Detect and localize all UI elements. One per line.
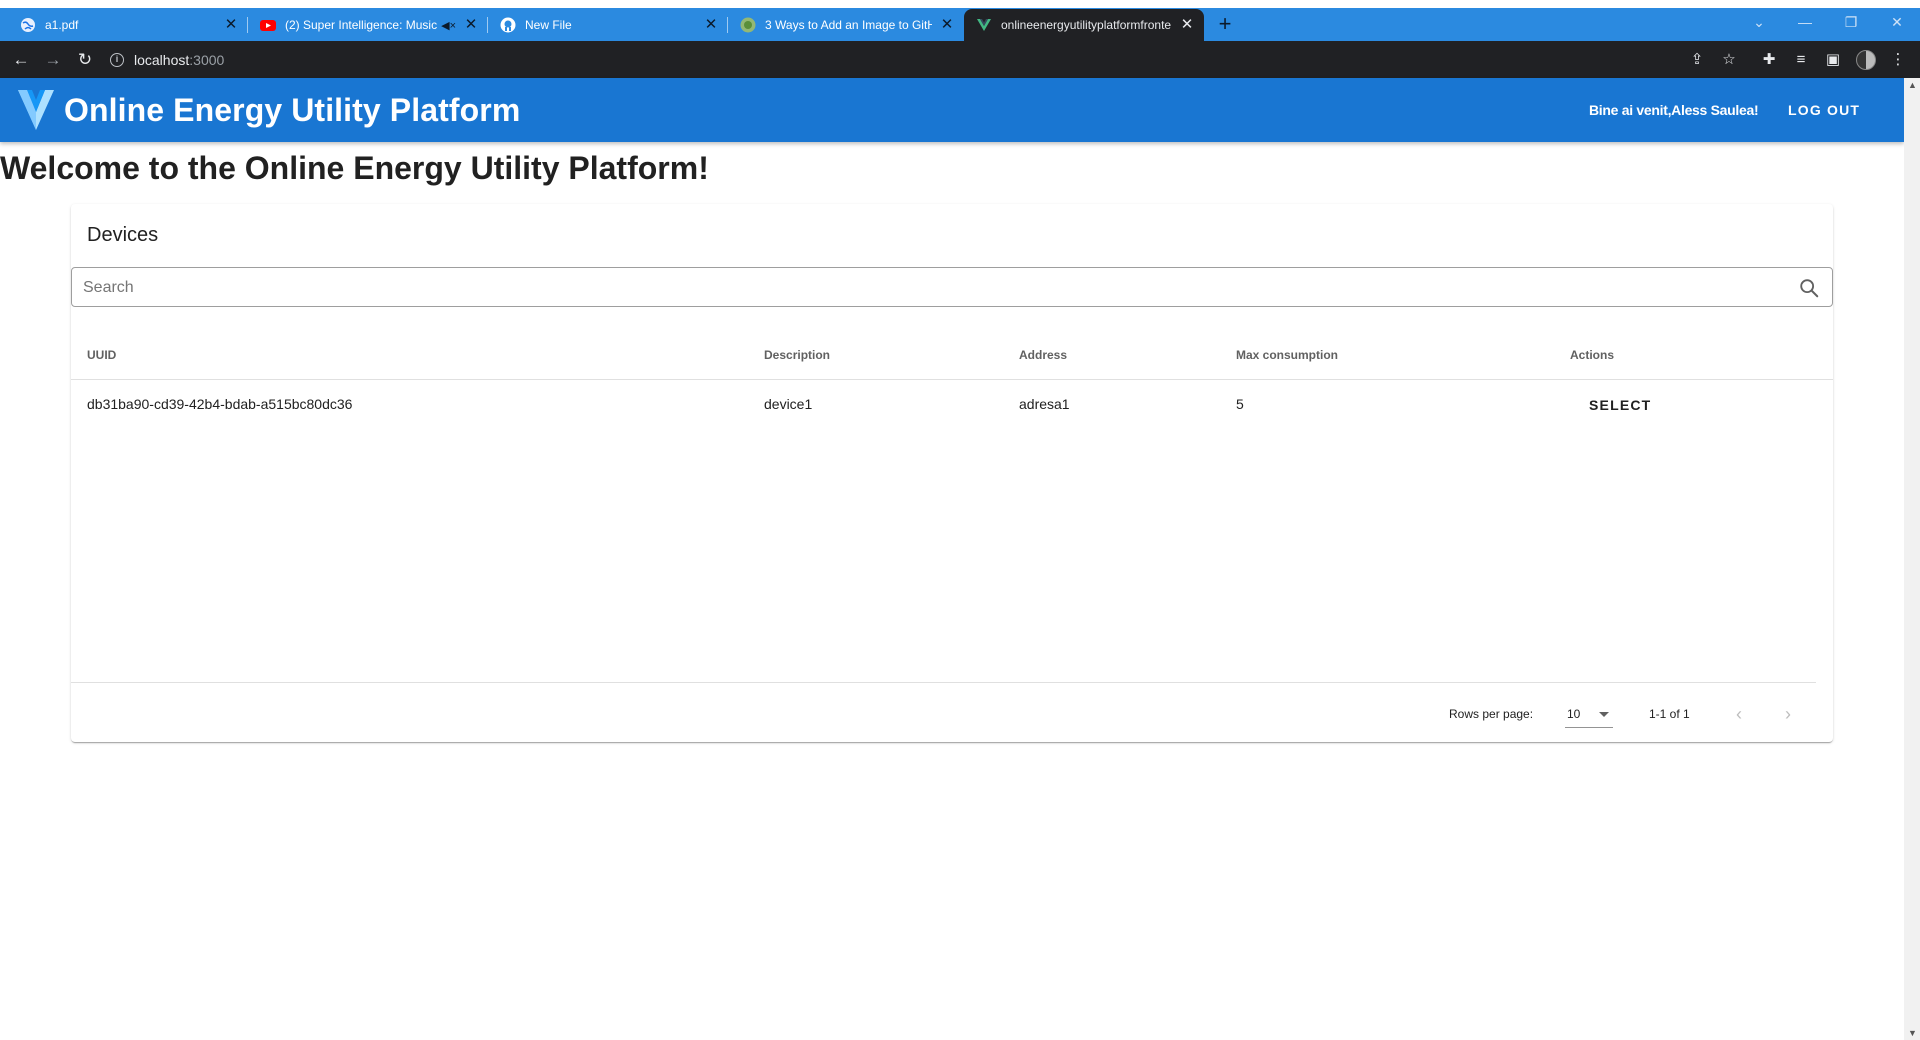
profile-avatar[interactable] (1856, 50, 1876, 70)
next-page-button[interactable]: › (1774, 700, 1802, 728)
greeting-prefix: Bine ai venit, (1589, 102, 1672, 118)
close-icon[interactable]: ✕ (222, 16, 240, 34)
tab-search-icon[interactable]: ⌄ (1744, 10, 1774, 34)
column-header-actions: Actions (1570, 348, 1615, 362)
tab-title: (2) Super Intelligence: Music (285, 18, 438, 32)
rows-per-page-label: Rows per page: (1449, 707, 1534, 721)
address-bar[interactable]: i localhost:3000 (110, 46, 1710, 74)
search-input[interactable] (83, 276, 1773, 300)
pagination-range: 1-1 of 1 (1649, 707, 1690, 721)
browser-tab-github[interactable]: New File ✕ (488, 9, 728, 41)
tab-title: 3 Ways to Add an Image to GitH (765, 18, 932, 32)
kebab-menu-icon[interactable]: ⋮ (1888, 50, 1908, 70)
browser-tab-youtube[interactable]: (2) Super Intelligence: Music ◀× ✕ (248, 9, 488, 41)
globe-icon (20, 17, 36, 33)
close-icon[interactable]: ✕ (702, 16, 720, 34)
reload-icon[interactable]: ↻ (74, 49, 96, 71)
url-port: :3000 (189, 52, 225, 68)
browser-tab-wikihow[interactable]: 3 Ways to Add an Image to GitH ✕ (728, 9, 964, 41)
close-icon[interactable]: ✕ (462, 16, 480, 34)
logout-button[interactable]: LOG OUT (1778, 96, 1870, 124)
select-device-button[interactable]: SELECT (1573, 389, 1667, 421)
browser-tab-active-app[interactable]: onlineenergyutilityplatformfronte ✕ (964, 9, 1204, 41)
share-icon[interactable]: ⇪ (1687, 50, 1707, 70)
vuetify-logo-icon (18, 90, 54, 130)
wikihow-icon (740, 17, 756, 33)
column-header-address[interactable]: Address (1019, 348, 1067, 362)
app-bar: Online Energy Utility Platform Bine ai v… (0, 78, 1904, 142)
cell-uuid: db31ba90-cd39-42b4-bdab-a515bc80dc36 (87, 396, 353, 412)
column-header-uuid[interactable]: UUID (87, 348, 116, 362)
tab-title: New File (525, 18, 572, 32)
user-greeting: Bine ai venit,Aless Saulea! (1589, 102, 1759, 118)
window-close-icon[interactable]: ✕ (1882, 10, 1912, 34)
tab-title: onlineenergyutilityplatformfronte (1001, 18, 1172, 32)
footer-divider (71, 682, 1816, 683)
close-icon[interactable]: ✕ (1178, 16, 1196, 34)
chevron-right-icon: › (1785, 704, 1791, 724)
rows-per-page-select[interactable]: 10 (1565, 702, 1613, 728)
page-scrollbar[interactable]: ▲ ▼ (1904, 78, 1920, 1040)
github-icon (500, 17, 516, 33)
column-header-max-consumption[interactable]: Max consumption (1236, 348, 1338, 362)
cell-description: device1 (764, 396, 813, 412)
vue-icon (976, 17, 992, 33)
bookmark-star-icon[interactable]: ☆ (1719, 50, 1739, 70)
browser-tab-a1pdf[interactable]: a1.pdf ✕ (8, 9, 248, 41)
url-host: localhost (134, 52, 190, 68)
rows-per-page-value: 10 (1567, 707, 1581, 721)
youtube-icon (260, 17, 276, 33)
app-title: Online Energy Utility Platform (64, 92, 521, 128)
new-tab-button[interactable]: + (1212, 12, 1238, 38)
window-top-edge (0, 0, 1920, 8)
cell-address: adresa1 (1019, 396, 1070, 412)
back-icon[interactable]: ← (10, 49, 32, 71)
chevron-left-icon: ‹ (1736, 704, 1742, 724)
browser-tab-strip: a1.pdf ✕ (2) Super Intelligence: Music ◀… (0, 0, 1920, 41)
header-divider (71, 379, 1833, 380)
welcome-heading: Welcome to the Online Energy Utility Pla… (0, 150, 709, 186)
scroll-up-icon[interactable]: ▲ (1908, 80, 1917, 90)
forward-icon[interactable]: → (42, 49, 64, 71)
minimize-icon[interactable]: — (1790, 10, 1820, 34)
search-field[interactable] (71, 267, 1833, 307)
cell-max-consumption: 5 (1236, 396, 1244, 412)
restore-icon[interactable]: ❐ (1836, 10, 1866, 34)
chevron-down-icon (1599, 712, 1609, 717)
browser-toolbar: ← → ↻ i localhost:3000 ⇪ ☆ ✚ ≡ ▣ ⋮ (0, 41, 1920, 78)
site-info-icon[interactable]: i (110, 53, 124, 67)
speaker-muted-icon[interactable]: ◀× (441, 19, 456, 32)
media-controls-icon[interactable]: ≡ (1791, 50, 1811, 70)
extensions-icon[interactable]: ✚ (1759, 50, 1779, 70)
close-icon[interactable]: ✕ (938, 16, 956, 34)
search-icon[interactable] (1798, 277, 1820, 299)
devices-title: Devices (87, 224, 159, 246)
previous-page-button[interactable]: ‹ (1725, 700, 1753, 728)
devices-card: Devices UUID Description Address Max con… (71, 204, 1833, 742)
scroll-down-icon[interactable]: ▼ (1908, 1028, 1917, 1038)
side-panel-icon[interactable]: ▣ (1823, 50, 1843, 70)
column-header-description[interactable]: Description (764, 348, 830, 362)
tab-title: a1.pdf (45, 18, 79, 32)
user-name: Aless Saulea! (1671, 102, 1759, 118)
